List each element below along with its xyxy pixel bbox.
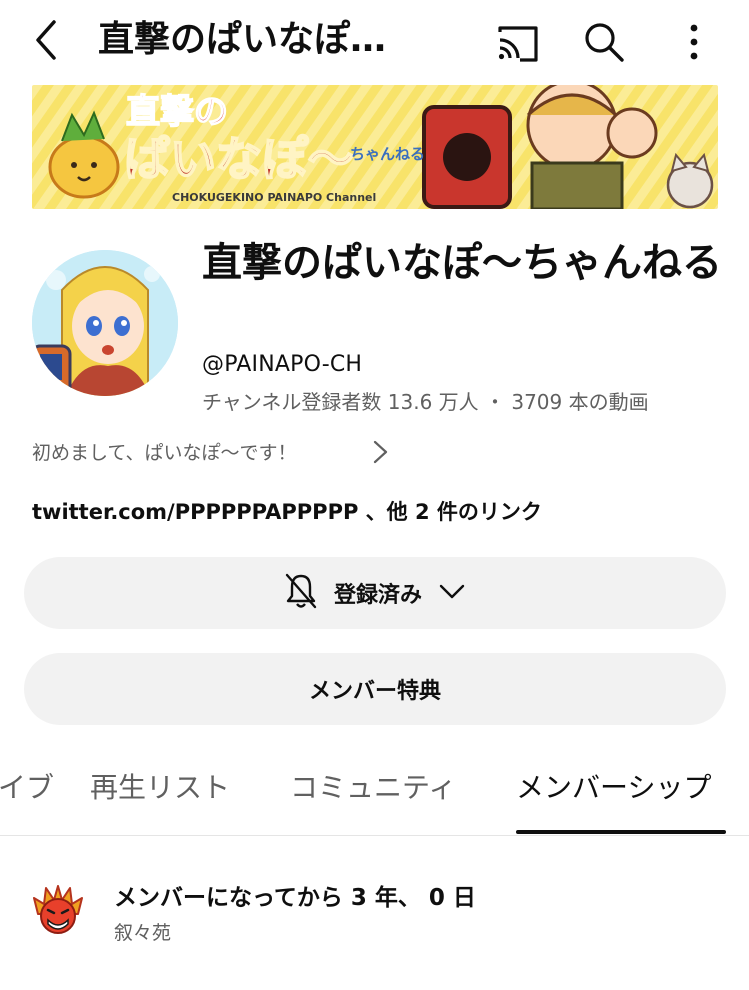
cast-icon[interactable]	[492, 18, 540, 66]
svg-text:ぱいなぽ〜: ぱいなぽ〜	[124, 132, 354, 186]
page-title: 直撃のぱいなぽ…	[98, 19, 387, 60]
membership-perks-label: メンバー特典	[308, 679, 441, 704]
tab-community[interactable]: コミュニティ	[290, 768, 456, 808]
top-app-bar: 直撃のぱいなぽ…	[0, 0, 749, 84]
svg-text:ちゃんねる: ちゃんねる	[350, 145, 425, 163]
channel-description[interactable]: 初めまして、ぱいなぽ〜です！	[32, 438, 296, 465]
channel-banner: 直撃の ぱいなぽ〜 ちゃんねる CHOKUGEKINO PAINAPO Chan…	[32, 85, 718, 209]
tabs-divider	[0, 835, 749, 836]
member-name: 叙々苑	[114, 922, 172, 944]
search-icon[interactable]	[580, 18, 628, 66]
channel-tabs: イブ 再生リスト コミュニティ メンバーシップ	[0, 760, 749, 836]
svg-text:直撃の: 直撃の	[126, 92, 228, 132]
channel-handle: @PAINAPO-CH	[202, 352, 363, 377]
channel-name: 直撃のぱいなぽ〜ちゃんねる	[202, 240, 722, 286]
back-arrow-icon[interactable]	[26, 18, 70, 62]
subscribed-label: 登録済み	[333, 583, 422, 608]
tab-playlists[interactable]: 再生リスト	[90, 768, 230, 808]
subscribed-button[interactable]: 登録済み	[24, 557, 726, 629]
notification-off-icon	[284, 572, 318, 614]
chevron-down-icon	[438, 581, 466, 605]
channel-avatar[interactable]	[32, 250, 178, 396]
tab-membership[interactable]: メンバーシップ	[516, 768, 711, 808]
channel-stats: チャンネル登録者数 13.6 万人 ・ 3709 本の動画	[202, 390, 649, 414]
channel-links[interactable]: twitter.com/PPPPPPAPPPPP 、他 2 件のリンク	[32, 496, 542, 526]
member-badge-icon	[32, 884, 84, 936]
svg-text:CHOKUGEKINO PAINAPO Channel: CHOKUGEKINO PAINAPO Channel	[172, 191, 376, 204]
membership-perks-button[interactable]: メンバー特典	[24, 653, 726, 725]
more-vert-icon[interactable]	[670, 18, 718, 66]
active-tab-indicator	[516, 830, 726, 834]
membership-duration: メンバーになってから 3 年、 0 日	[114, 885, 476, 911]
chevron-right-icon[interactable]	[370, 440, 390, 464]
tab-live[interactable]: イブ	[0, 768, 54, 808]
